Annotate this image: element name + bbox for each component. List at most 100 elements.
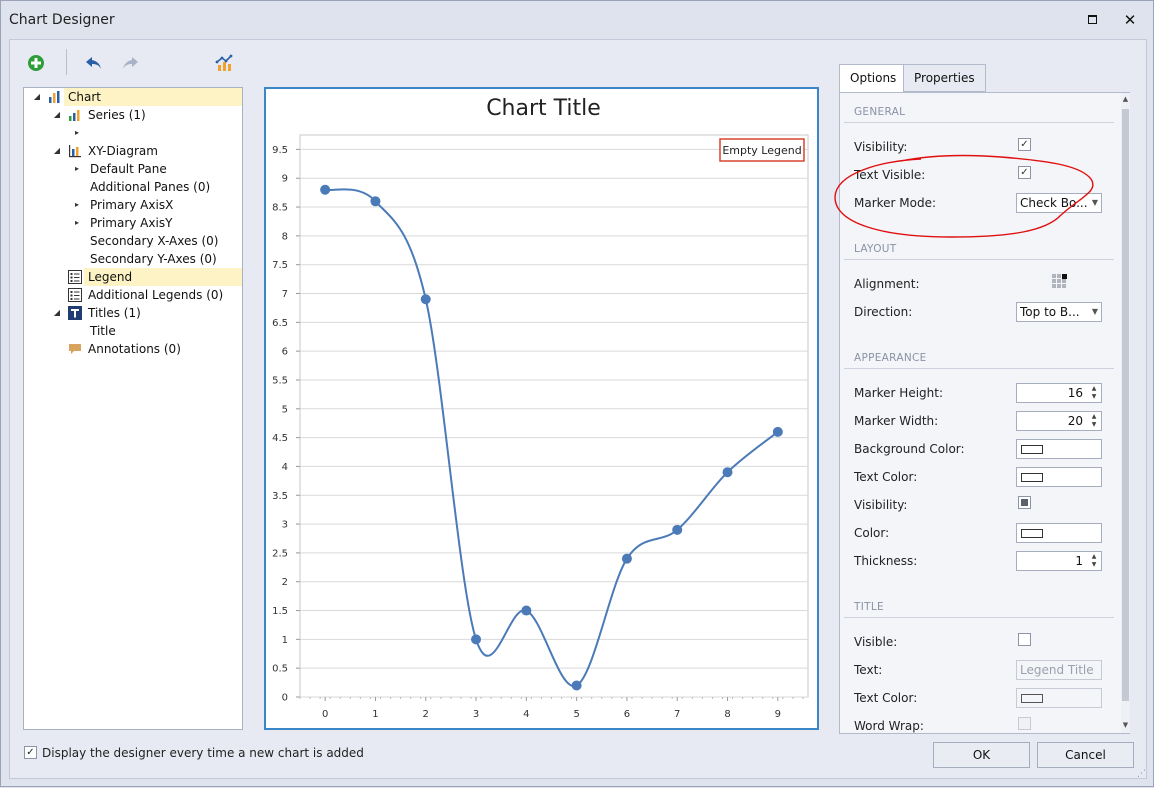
alignment-grid-icon[interactable]: [1051, 273, 1069, 294]
collapse-arrow-icon[interactable]: ◢: [52, 106, 62, 124]
chart-preview[interactable]: Chart Title 0 0.5 1 1.5 2 2.5 3 3.5 4 4.5 5 5.5 6 6.5 7…: [264, 87, 819, 730]
visibility-label: Visibility:: [854, 140, 908, 154]
scroll-thumb[interactable]: [1122, 109, 1129, 701]
spin-arrows-icon[interactable]: ▲ ▼: [1089, 553, 1099, 569]
tree-item[interactable]: ◢ XY-Diagram: [24, 142, 242, 160]
y-tick-label: 2.5: [272, 548, 288, 559]
tree-item[interactable]: Additional Panes (0): [24, 178, 242, 196]
text-visible-checkbox[interactable]: ✓: [1018, 166, 1031, 179]
tree-item[interactable]: ◢ Series (1): [24, 106, 242, 124]
annotation-icon: [68, 342, 82, 356]
title-text-color-edit[interactable]: [1016, 688, 1102, 708]
marker-width-spin[interactable]: 20 ▲ ▼: [1016, 411, 1102, 431]
tab-properties[interactable]: Properties: [903, 64, 986, 92]
undo-button[interactable]: [82, 52, 106, 74]
spin-arrows-icon[interactable]: ▲ ▼: [1089, 385, 1099, 401]
color-swatch: [1021, 473, 1043, 482]
y-tick-label: 5: [282, 404, 288, 415]
expand-arrow-icon[interactable]: ▸: [72, 160, 82, 178]
maximize-icon: [1087, 15, 1097, 24]
tree-item-label: XY-Diagram: [88, 144, 158, 158]
tree-item-label: Secondary Y-Axes (0): [90, 252, 217, 266]
scroll-up-icon[interactable]: ▲: [1121, 95, 1130, 103]
collapse-arrow-icon[interactable]: ◢: [52, 304, 62, 322]
visibility-checkbox[interactable]: ✓: [1018, 138, 1031, 151]
color-swatch: [1021, 529, 1043, 538]
close-button[interactable]: ✕: [1119, 9, 1141, 31]
title-visible-checkbox[interactable]: [1018, 633, 1031, 646]
text-visible-label: Text Visible:: [854, 168, 926, 182]
appearance-visibility-checkbox[interactable]: [1018, 496, 1031, 509]
cancel-button[interactable]: Cancel: [1037, 742, 1134, 768]
options-scrollbar[interactable]: ▲ ▼: [1121, 93, 1130, 733]
chart-designer-window: Chart Designer ✕ ◢ Chart ◢ Series (1) ▸ …: [0, 0, 1154, 787]
tree-item[interactable]: Legend: [24, 268, 242, 286]
background-color-edit[interactable]: [1016, 439, 1102, 459]
color-swatch: [1021, 445, 1043, 454]
tree-item-label: Titles (1): [88, 306, 141, 320]
tree-item-label: Primary AxisY: [90, 216, 173, 230]
expand-arrow-icon[interactable]: ▸: [72, 214, 82, 232]
tree-item-label: Series (1): [88, 108, 146, 122]
section-title-title: TITLE: [854, 601, 884, 613]
add-button[interactable]: [24, 52, 48, 74]
tree-item[interactable]: ◢ Chart: [24, 88, 242, 106]
y-tick-label: 7: [282, 289, 288, 300]
tree-item[interactable]: Title: [24, 322, 242, 340]
y-tick-label: 8: [282, 231, 288, 242]
marker-mode-combo[interactable]: Check Bo... ▼: [1016, 193, 1102, 213]
data-point: [420, 294, 431, 305]
spin-arrows-icon[interactable]: ▲ ▼: [1089, 413, 1099, 429]
redo-button[interactable]: [118, 52, 142, 74]
chart-type-button[interactable]: [212, 52, 236, 74]
y-tick-label: 6: [282, 347, 288, 358]
tree-item[interactable]: Secondary X-Axes (0): [24, 232, 242, 250]
text-color-edit[interactable]: [1016, 467, 1102, 487]
title-text-input[interactable]: Legend Title: [1016, 660, 1102, 680]
designer-client-area: ◢ Chart ◢ Series (1) ▸ ◢ XY-Diagram ▸ Default Pa…: [9, 39, 1147, 779]
ok-button[interactable]: OK: [933, 742, 1030, 768]
tree-item-label: Chart: [68, 90, 101, 104]
tree-item[interactable]: ◢ Titles (1): [24, 304, 242, 322]
tree-item[interactable]: ▸ Primary AxisX: [24, 196, 242, 214]
resize-grip-icon[interactable]: ⋰: [1137, 769, 1146, 779]
y-tick-label: 5.5: [272, 375, 288, 386]
thickness-spin[interactable]: 1 ▲ ▼: [1016, 551, 1102, 571]
y-tick-label: 3.5: [272, 491, 288, 502]
word-wrap-checkbox[interactable]: [1018, 717, 1031, 730]
color-edit[interactable]: [1016, 523, 1102, 543]
tree-item[interactable]: Annotations (0): [24, 340, 242, 358]
expand-arrow-icon[interactable]: ▸: [72, 124, 82, 142]
tree-item[interactable]: ▸: [24, 124, 242, 142]
direction-combo[interactable]: Top to B... ▼: [1016, 302, 1102, 322]
tree-item-label: Additional Legends (0): [88, 288, 224, 302]
x-tick-label: 8: [724, 709, 730, 720]
collapse-arrow-icon[interactable]: ◢: [52, 142, 62, 160]
scroll-down-icon[interactable]: ▼: [1121, 721, 1130, 729]
chart-elements-tree[interactable]: ◢ Chart ◢ Series (1) ▸ ◢ XY-Diagram ▸ Default Pa…: [23, 87, 243, 730]
section-divider: [844, 368, 1114, 369]
tree-item[interactable]: ▸ Default Pane: [24, 160, 242, 178]
tree-item[interactable]: Secondary Y-Axes (0): [24, 250, 242, 268]
tree-item-label: Secondary X-Axes (0): [90, 234, 219, 248]
marker-height-label: Marker Height:: [854, 386, 944, 400]
marker-height-value: 16: [1067, 386, 1083, 400]
tree-item[interactable]: Additional Legends (0): [24, 286, 242, 304]
marker-mode-value: Check Bo...: [1020, 196, 1088, 210]
maximize-button[interactable]: [1081, 9, 1103, 31]
section-layout-title: LAYOUT: [854, 243, 897, 255]
collapse-arrow-icon[interactable]: ◢: [32, 88, 42, 106]
data-point: [722, 467, 733, 478]
tab-options[interactable]: Options: [839, 64, 908, 93]
tree-item-label: Primary AxisX: [90, 198, 174, 212]
x-tick-label: 3: [473, 709, 479, 720]
show-designer-checkbox[interactable]: ✓: [24, 746, 37, 759]
y-tick-label: 2: [282, 577, 288, 588]
title-text-label: Text:: [854, 663, 883, 677]
dropdown-arrow-icon: ▼: [1091, 198, 1098, 207]
tree-item[interactable]: ▸ Primary AxisY: [24, 214, 242, 232]
expand-arrow-icon[interactable]: ▸: [72, 196, 82, 214]
legend-text: Empty Legend: [722, 144, 801, 157]
marker-height-spin[interactable]: 16 ▲ ▼: [1016, 383, 1102, 403]
chart-type-icon: [215, 54, 233, 71]
